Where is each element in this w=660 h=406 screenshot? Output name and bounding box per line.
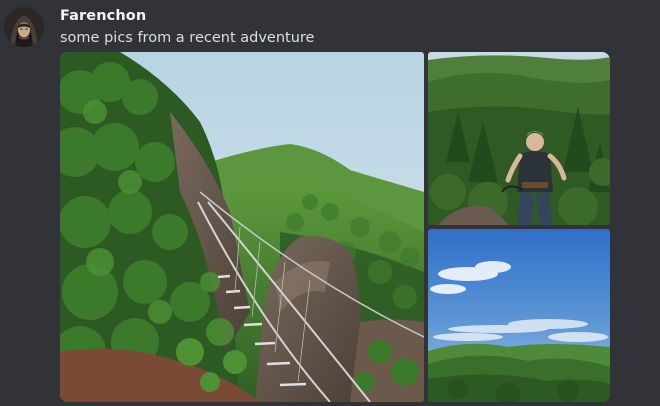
landscape-photo <box>428 229 610 402</box>
chat-message: Farenchon some pics from a recent advent… <box>0 0 660 406</box>
climber-photo <box>428 52 610 225</box>
image-attachment-climber[interactable] <box>428 52 610 225</box>
avatar-image <box>4 7 44 47</box>
message-author[interactable]: Farenchon <box>60 8 146 24</box>
message-text: some pics from a recent adventure <box>60 30 315 46</box>
user-avatar[interactable] <box>4 7 44 47</box>
image-attachment-landscape[interactable] <box>428 229 610 402</box>
bridge-photo <box>60 52 424 402</box>
image-attachment-bridge[interactable] <box>60 52 424 402</box>
